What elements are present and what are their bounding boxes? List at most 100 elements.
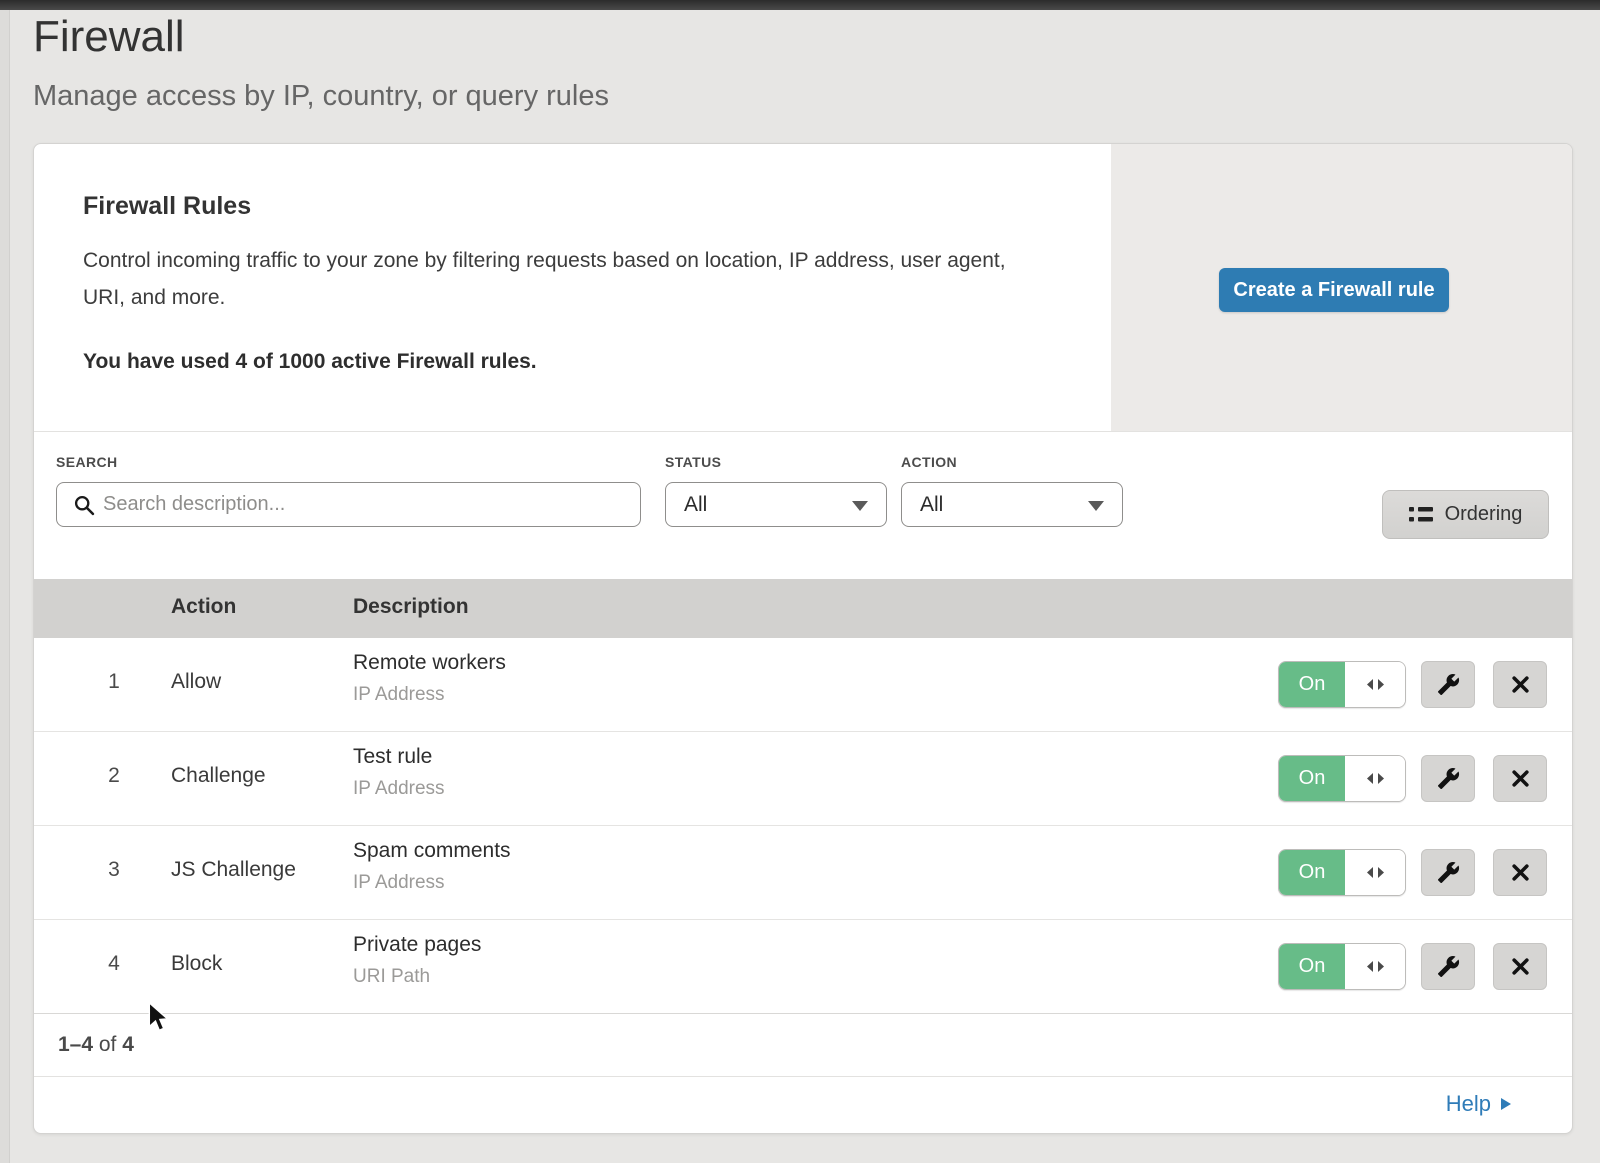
section-description: Control incoming traffic to your zone by…: [83, 242, 1033, 316]
filter-bar: SEARCH STATUS All ACTION All: [34, 432, 1572, 579]
rule-action: Allow: [171, 670, 221, 694]
ordered-list-icon: [1409, 505, 1433, 525]
help-link-label: Help: [1446, 1091, 1491, 1117]
wrench-icon: [1437, 673, 1460, 696]
table-row: 4 Block Private pages URI Path On: [34, 920, 1572, 1014]
rule-description: Remote workers IP Address: [353, 651, 506, 706]
chevron-down-icon: [1088, 501, 1104, 511]
rule-enabled-toggle[interactable]: On: [1278, 849, 1406, 896]
delete-rule-button[interactable]: [1493, 943, 1547, 990]
toggle-handle: [1345, 756, 1405, 801]
left-right-arrows-icon: [1367, 772, 1384, 785]
toggle-on-segment: On: [1279, 756, 1345, 801]
intro-action-panel: Create a Firewall rule: [1111, 144, 1572, 431]
edit-rule-button[interactable]: [1421, 943, 1475, 990]
intro-text-block: Firewall Rules Control incoming traffic …: [83, 192, 1073, 374]
delete-rule-button[interactable]: [1493, 661, 1547, 708]
edit-rule-button[interactable]: [1421, 755, 1475, 802]
search-label: SEARCH: [56, 454, 641, 470]
toggle-on-segment: On: [1279, 662, 1345, 707]
status-filter-group: STATUS All: [665, 454, 887, 527]
table-row: 1 Allow Remote workers IP Address On: [34, 638, 1572, 732]
rule-description-title: Spam comments: [353, 839, 511, 863]
column-header-action: Action: [171, 595, 236, 619]
ordering-button[interactable]: Ordering: [1382, 490, 1549, 539]
rule-description: Test rule IP Address: [353, 745, 445, 800]
status-label: STATUS: [665, 454, 887, 470]
pagination-range-start: 1–4: [58, 1033, 93, 1056]
page-subtitle: Manage access by IP, country, or query r…: [33, 80, 609, 113]
rule-priority: 2: [92, 764, 136, 788]
toggle-handle: [1345, 944, 1405, 989]
wrench-icon: [1437, 767, 1460, 790]
edit-rule-button[interactable]: [1421, 849, 1475, 896]
toggle-handle: [1345, 850, 1405, 895]
rule-match-type: URI Path: [353, 966, 481, 988]
page-title: Firewall: [33, 12, 185, 62]
close-icon: [1511, 769, 1530, 788]
left-right-arrows-icon: [1367, 678, 1384, 691]
toggle-handle: [1345, 662, 1405, 707]
rule-action: Block: [171, 952, 222, 976]
search-box: [56, 482, 641, 527]
create-firewall-rule-button[interactable]: Create a Firewall rule: [1219, 268, 1449, 312]
action-selected-value: All: [920, 493, 943, 517]
section-heading: Firewall Rules: [83, 192, 1073, 221]
rule-enabled-toggle[interactable]: On: [1278, 755, 1406, 802]
ordering-button-label: Ordering: [1445, 503, 1523, 526]
rule-enabled-toggle[interactable]: On: [1278, 661, 1406, 708]
rule-priority: 3: [92, 858, 136, 882]
rule-priority: 1: [92, 670, 136, 694]
usage-note: You have used 4 of 1000 active Firewall …: [83, 350, 1073, 374]
rule-enabled-toggle[interactable]: On: [1278, 943, 1406, 990]
search-group: SEARCH: [56, 454, 641, 527]
close-icon: [1511, 675, 1530, 694]
close-icon: [1511, 957, 1530, 976]
help-bar: Help: [34, 1077, 1572, 1134]
pagination-range: 1–4 of 4: [58, 1033, 134, 1057]
rule-priority: 4: [92, 952, 136, 976]
rule-match-type: IP Address: [353, 778, 445, 800]
help-link[interactable]: Help: [1446, 1091, 1512, 1117]
window-top-edge: [0, 0, 1600, 10]
firewall-rules-card: Create a Firewall rule Firewall Rules Co…: [33, 143, 1573, 1134]
action-select[interactable]: All: [901, 482, 1123, 527]
wrench-icon: [1437, 861, 1460, 884]
edit-rule-button[interactable]: [1421, 661, 1475, 708]
rule-match-type: IP Address: [353, 684, 506, 706]
wrench-icon: [1437, 955, 1460, 978]
rule-action: JS Challenge: [171, 858, 296, 882]
table-header: Action Description: [34, 579, 1572, 638]
pagination-range-end: 4: [122, 1033, 134, 1056]
table-row: 3 JS Challenge Spam comments IP Address …: [34, 826, 1572, 920]
status-select[interactable]: All: [665, 482, 887, 527]
triangle-right-icon: [1501, 1097, 1512, 1111]
search-icon: [73, 494, 96, 517]
rule-description: Private pages URI Path: [353, 933, 481, 988]
chevron-down-icon: [852, 501, 868, 511]
action-filter-group: ACTION All: [901, 454, 1123, 527]
status-selected-value: All: [684, 493, 707, 517]
search-input[interactable]: [103, 484, 628, 525]
rules-table-body: 1 Allow Remote workers IP Address On: [34, 638, 1572, 1014]
left-right-arrows-icon: [1367, 960, 1384, 973]
left-right-arrows-icon: [1367, 866, 1384, 879]
toggle-on-segment: On: [1279, 944, 1345, 989]
delete-rule-button[interactable]: [1493, 849, 1547, 896]
delete-rule-button[interactable]: [1493, 755, 1547, 802]
pagination-bar: 1–4 of 4: [34, 1014, 1572, 1077]
action-label: ACTION: [901, 454, 1123, 470]
pagination-range-mid: of: [93, 1033, 122, 1056]
rule-description-title: Private pages: [353, 933, 481, 957]
window-left-edge: [0, 10, 10, 1163]
close-icon: [1511, 863, 1530, 882]
rule-description-title: Test rule: [353, 745, 445, 769]
toggle-on-segment: On: [1279, 850, 1345, 895]
rule-match-type: IP Address: [353, 872, 511, 894]
table-row: 2 Challenge Test rule IP Address On: [34, 732, 1572, 826]
intro-section: Create a Firewall rule Firewall Rules Co…: [34, 144, 1572, 432]
rule-description: Spam comments IP Address: [353, 839, 511, 894]
rule-action: Challenge: [171, 764, 266, 788]
rule-description-title: Remote workers: [353, 651, 506, 675]
column-header-description: Description: [353, 595, 469, 619]
